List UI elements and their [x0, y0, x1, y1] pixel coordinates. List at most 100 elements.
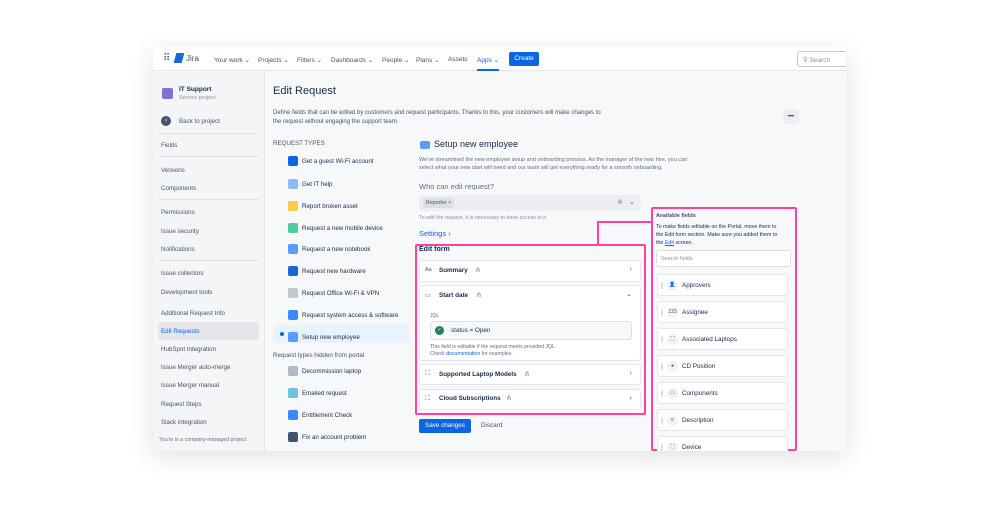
sidebar-item-hubspot[interactable]: HubSpot Integration: [161, 346, 216, 353]
sidebar-item-slack[interactable]: Slack integration: [161, 419, 207, 426]
drag-handle-icon[interactable]: [661, 336, 663, 343]
settings-link[interactable]: Settings ›: [419, 229, 451, 238]
sidebar-item-permissions[interactable]: Permissions: [161, 209, 195, 216]
sidebar-item-fields[interactable]: Fields: [161, 142, 178, 149]
sidebar-item-issue-security[interactable]: Issue security: [161, 228, 199, 235]
search-input[interactable]: ⚲ Search: [797, 51, 846, 67]
search-placeholder: Search: [809, 57, 831, 64]
available-field-item[interactable]: ▭ Components: [657, 382, 788, 404]
nav-projects[interactable]: Projects ⌄: [258, 56, 289, 64]
request-type-item[interactable]: Request new hardware: [302, 268, 366, 275]
drag-handle-icon[interactable]: [661, 390, 663, 397]
save-changes-button[interactable]: Save changes: [419, 419, 471, 433]
field-type-icon: 123: [667, 307, 678, 318]
create-button[interactable]: Create: [509, 52, 539, 66]
field-label: Approvers: [682, 282, 711, 289]
sidebar-item-request-steps[interactable]: Request Steps: [161, 401, 202, 408]
hidden-request-type-item[interactable]: Fix an account problem: [302, 434, 366, 441]
drag-handle-icon[interactable]: [661, 309, 663, 316]
nav-apps[interactable]: Apps ⌄: [477, 56, 500, 71]
request-type-icon: [288, 288, 298, 298]
project-name: IT Support: [179, 86, 212, 93]
request-type-item[interactable]: Get IT help: [302, 181, 333, 188]
sidebar-footer: You're in a company-managed project: [159, 437, 247, 443]
nav-filters[interactable]: Filters ⌄: [297, 56, 322, 64]
more-actions-button[interactable]: •••: [783, 110, 799, 124]
available-field-item[interactable]: ● CD Position: [657, 355, 788, 377]
available-desc: To make fields editable on the Portal, m…: [656, 224, 777, 230]
edit-form-highlight: [415, 244, 646, 415]
request-types-heading: REQUEST TYPES: [273, 140, 325, 147]
who-can-edit-select[interactable]: Reporter × ⊗ ⌄: [419, 195, 641, 211]
clear-icon[interactable]: ⊗: [617, 198, 623, 206]
request-type-item[interactable]: Request a new notebook: [302, 246, 370, 253]
who-help: To edit the request, it is necessary to …: [419, 215, 548, 221]
hidden-request-type-item[interactable]: Entitlement Check: [302, 412, 352, 419]
sidebar-item-issue-merger-auto[interactable]: Issue Merger auto-merge: [161, 364, 230, 371]
sidebar-item-development-tools[interactable]: Development tools: [161, 289, 212, 296]
nav-dashboards[interactable]: Dashboards ⌄: [331, 56, 373, 64]
request-type-item[interactable]: Setup new employee: [302, 334, 360, 341]
app-switcher-icon[interactable]: ⠿: [163, 53, 170, 64]
field-type-icon: ●: [667, 361, 678, 372]
sidebar: IT Support Service project ‹ Back to pro…: [153, 71, 265, 451]
available-field-item[interactable]: ⛶ Associated Laptops: [657, 328, 788, 350]
field-label: Associated Laptops: [682, 336, 737, 343]
sidebar-item-versions[interactable]: Versions: [161, 167, 185, 174]
drag-handle-icon[interactable]: [661, 417, 663, 424]
field-type-icon: ⛶: [667, 442, 678, 451]
connector-line: [597, 221, 651, 223]
nav-your-work[interactable]: Your work ⌄: [214, 56, 250, 64]
sidebar-item-issue-merger-manual[interactable]: Issue Merger manual: [161, 382, 219, 389]
sidebar-item-edit-requests[interactable]: Edit Requests: [161, 328, 200, 335]
chevron-down-icon[interactable]: ⌄: [629, 198, 635, 206]
discard-button[interactable]: Discard: [481, 422, 502, 429]
search-fields-input[interactable]: Search fields: [656, 250, 791, 267]
jira-window: ⠿ Jira Your work ⌄ Projects ⌄ Filters ⌄ …: [153, 47, 846, 451]
request-type-icon: [288, 366, 298, 376]
available-desc: the Edit screen.: [656, 240, 693, 246]
page-description-2: the request without engaging the support…: [273, 119, 399, 125]
available-field-item[interactable]: ≡ Description: [657, 409, 788, 431]
request-type-item[interactable]: Request system access & software: [302, 312, 398, 319]
sidebar-item-additional-request-info[interactable]: Additional Request Info: [161, 310, 225, 317]
field-label: Assignee: [682, 309, 708, 316]
project-type: Service project: [179, 95, 216, 101]
request-type-icon: [288, 223, 298, 233]
request-type-item[interactable]: Request Office Wi-Fi & VPN: [302, 290, 379, 297]
request-type-item[interactable]: Request a new mobile device: [302, 225, 383, 232]
project-avatar: [162, 88, 173, 99]
sidebar-item-notifications[interactable]: Notifications: [161, 246, 195, 253]
back-to-project[interactable]: Back to project: [179, 118, 220, 125]
request-type-icon: [288, 410, 298, 420]
drag-handle-icon[interactable]: [661, 363, 663, 370]
available-desc: the Edit form section. Make sure you add…: [656, 232, 778, 238]
hidden-request-type-item[interactable]: Decommission laptop: [302, 368, 361, 375]
drag-handle-icon[interactable]: [661, 444, 663, 451]
nav-plans[interactable]: Plans ⌄: [416, 56, 440, 64]
request-type-icon: [288, 201, 298, 211]
hidden-request-type-item[interactable]: Emailed request: [302, 390, 347, 397]
request-type-icon: [288, 266, 298, 276]
request-type-item[interactable]: Report broken asset: [302, 203, 358, 210]
request-type-icon: [288, 310, 298, 320]
drag-handle-icon[interactable]: [661, 282, 663, 289]
connector-line: [597, 221, 599, 245]
available-field-item[interactable]: ⛶ Device: [657, 436, 788, 451]
nav-people[interactable]: People ⌄: [382, 56, 410, 64]
edit-screen-link[interactable]: Edit: [665, 240, 674, 246]
available-field-item[interactable]: 👤 Approvers: [657, 274, 788, 296]
field-label: Components: [682, 390, 718, 397]
who-can-edit-label: Who can edit request?: [419, 182, 495, 191]
detail-desc-2: select what your new start will need and…: [419, 165, 663, 171]
available-field-item[interactable]: 123 Assignee: [657, 301, 788, 323]
jira-logo[interactable]: Jira: [186, 54, 199, 63]
request-type-icon: [288, 156, 298, 166]
nav-assets[interactable]: Assets: [448, 56, 468, 63]
request-type-item[interactable]: Get a guest Wi-Fi account: [302, 158, 374, 165]
field-label: CD Position: [682, 363, 716, 370]
sidebar-item-issue-collectors[interactable]: Issue collectors: [161, 270, 204, 277]
sidebar-item-components[interactable]: Components: [161, 185, 196, 192]
field-label: Description: [682, 417, 714, 424]
request-type-icon: [288, 179, 298, 189]
